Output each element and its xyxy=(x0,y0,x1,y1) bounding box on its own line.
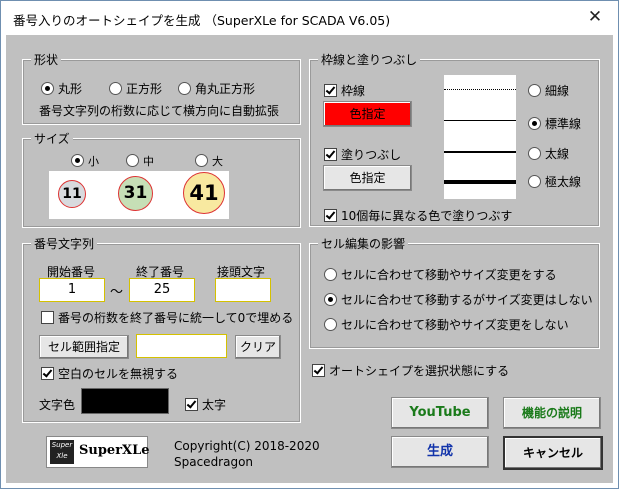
checkbox-icon xyxy=(185,398,198,411)
size-group-label: サイズ xyxy=(31,130,73,147)
extra-thick-line-sample xyxy=(444,180,516,184)
line-option-standard[interactable]: 標準線 xyxy=(528,115,581,132)
radio-icon xyxy=(71,154,84,167)
line-option-thin[interactable]: 細線 xyxy=(528,82,569,99)
cell-range-input[interactable] xyxy=(136,334,227,358)
line-option-thick[interactable]: 太線 xyxy=(528,145,569,162)
cell-edit-option-move-resize[interactable]: セルに合わせて移動やサイズ変更をする xyxy=(324,266,557,283)
checkbox-icon xyxy=(41,311,54,324)
logo: Super Xle SuperXLe xyxy=(46,436,150,468)
fill-color-button[interactable]: 色指定 xyxy=(323,165,412,191)
size-option-small[interactable]: 小 xyxy=(71,153,99,169)
radio-icon xyxy=(126,154,139,167)
size-sample-large: 41 xyxy=(183,172,225,214)
thin-line-sample xyxy=(444,89,516,90)
generate-button[interactable]: 生成 xyxy=(391,436,489,468)
text-color-swatch[interactable] xyxy=(81,388,169,414)
select-after-checkbox[interactable]: オートシェイプを選択状態にする xyxy=(312,362,509,379)
cell-edit-group-label: セル編集の影響 xyxy=(318,235,409,252)
prefix-input[interactable] xyxy=(215,278,271,302)
youtube-button[interactable]: YouTube xyxy=(391,397,489,429)
line-option-extra-thick[interactable]: 極太線 xyxy=(528,173,581,190)
shape-group: 形状 丸形 正方形 角丸正方形 番号文字列の桁数に応じて横方向に自動拡張 xyxy=(22,51,301,125)
cell-range-button[interactable]: セル範囲指定 xyxy=(39,335,129,359)
shape-option-rounded-square[interactable]: 角丸正方形 xyxy=(178,80,255,97)
range-tilde: ～ xyxy=(110,285,124,300)
title-bar: 番号入りのオートシェイプを生成 （SuperXLe for SCADA V6.0… xyxy=(1,1,618,35)
dialog-window: 番号入りのオートシェイプを生成 （SuperXLe for SCADA V6.0… xyxy=(0,0,619,489)
dialog-body: 形状 丸形 正方形 角丸正方形 番号文字列の桁数に応じて横方向に自動拡張 サイズ… xyxy=(6,35,613,483)
number-group-label: 番号文字列 xyxy=(31,235,98,252)
radio-icon xyxy=(178,82,191,95)
size-option-medium[interactable]: 中 xyxy=(126,153,154,169)
cell-edit-group: セル編集の影響 セルに合わせて移動やサイズ変更をする セルに合わせて移動するがサ… xyxy=(309,235,600,349)
line-preview xyxy=(444,75,516,199)
line-fill-group: 枠線と塗りつぶし 枠線 色指定 塗りつぶし 色指定 細線 標準線 太線 極太線 … xyxy=(309,51,600,227)
checkbox-icon xyxy=(324,84,337,97)
thick-line-sample xyxy=(444,151,516,153)
size-option-large[interactable]: 大 xyxy=(195,153,223,169)
radio-icon xyxy=(324,318,337,331)
shape-option-square[interactable]: 正方形 xyxy=(109,80,162,97)
radio-icon xyxy=(195,154,208,167)
copyright-line1: Copyright(C) 2018-2020 xyxy=(174,439,320,453)
standard-line-sample xyxy=(444,120,516,121)
copyright-line2: Spacedragon xyxy=(174,455,254,469)
radio-icon xyxy=(528,117,541,130)
border-checkbox[interactable]: 枠線 xyxy=(324,82,365,99)
bold-checkbox[interactable]: 太字 xyxy=(185,396,226,413)
every10-checkbox[interactable]: 10個毎に異なる色で塗りつぶす xyxy=(324,207,512,224)
checkbox-icon xyxy=(324,209,337,222)
shape-note: 番号文字列の桁数に応じて横方向に自動拡張 xyxy=(39,104,280,118)
ignore-blank-checkbox[interactable]: 空白のセルを無視する xyxy=(41,365,178,382)
radio-icon xyxy=(528,147,541,160)
line-fill-group-label: 枠線と塗りつぶし xyxy=(318,51,421,68)
size-sample-small: 11 xyxy=(58,180,86,208)
logo-text: SuperXLe xyxy=(79,443,150,458)
radio-icon xyxy=(324,268,337,281)
radio-icon xyxy=(324,293,337,306)
size-sample-medium: 31 xyxy=(118,176,153,211)
start-number-input[interactable]: 1 xyxy=(39,278,105,302)
clear-button[interactable]: クリア xyxy=(235,335,281,359)
size-group: サイズ 小 中 大 11 31 41 xyxy=(22,130,301,228)
shape-group-label: 形状 xyxy=(31,51,62,68)
checkbox-icon xyxy=(312,364,325,377)
number-group: 番号文字列 開始番号 終了番号 接頭文字 1 ～ 25 番号の桁数を終了番号に統… xyxy=(22,235,301,423)
cell-edit-option-none[interactable]: セルに合わせて移動やサイズ変更をしない xyxy=(324,316,569,333)
radio-icon xyxy=(528,84,541,97)
radio-icon xyxy=(528,175,541,188)
radio-icon xyxy=(109,82,122,95)
radio-icon xyxy=(41,82,54,95)
end-number-input[interactable]: 25 xyxy=(129,278,195,302)
checkbox-icon xyxy=(41,367,54,380)
cell-edit-option-move-only[interactable]: セルに合わせて移動するがサイズ変更はしない xyxy=(324,291,593,308)
text-color-label: 文字色 xyxy=(39,398,76,412)
close-icon[interactable]: ✕ xyxy=(582,5,608,29)
window-title: 番号入りのオートシェイプを生成 （SuperXLe for SCADA V6.0… xyxy=(13,13,391,28)
border-color-button[interactable]: 色指定 xyxy=(323,101,412,127)
fill-checkbox[interactable]: 塗りつぶし xyxy=(324,146,401,163)
checkbox-icon xyxy=(324,148,337,161)
cancel-button[interactable]: キャンセル xyxy=(503,436,603,470)
help-button[interactable]: 機能の説明 xyxy=(503,397,601,429)
zero-pad-checkbox[interactable]: 番号の桁数を終了番号に統一して0で埋める xyxy=(41,309,293,326)
logo-badge: Super Xle xyxy=(50,440,74,464)
shape-option-round[interactable]: 丸形 xyxy=(41,80,82,97)
